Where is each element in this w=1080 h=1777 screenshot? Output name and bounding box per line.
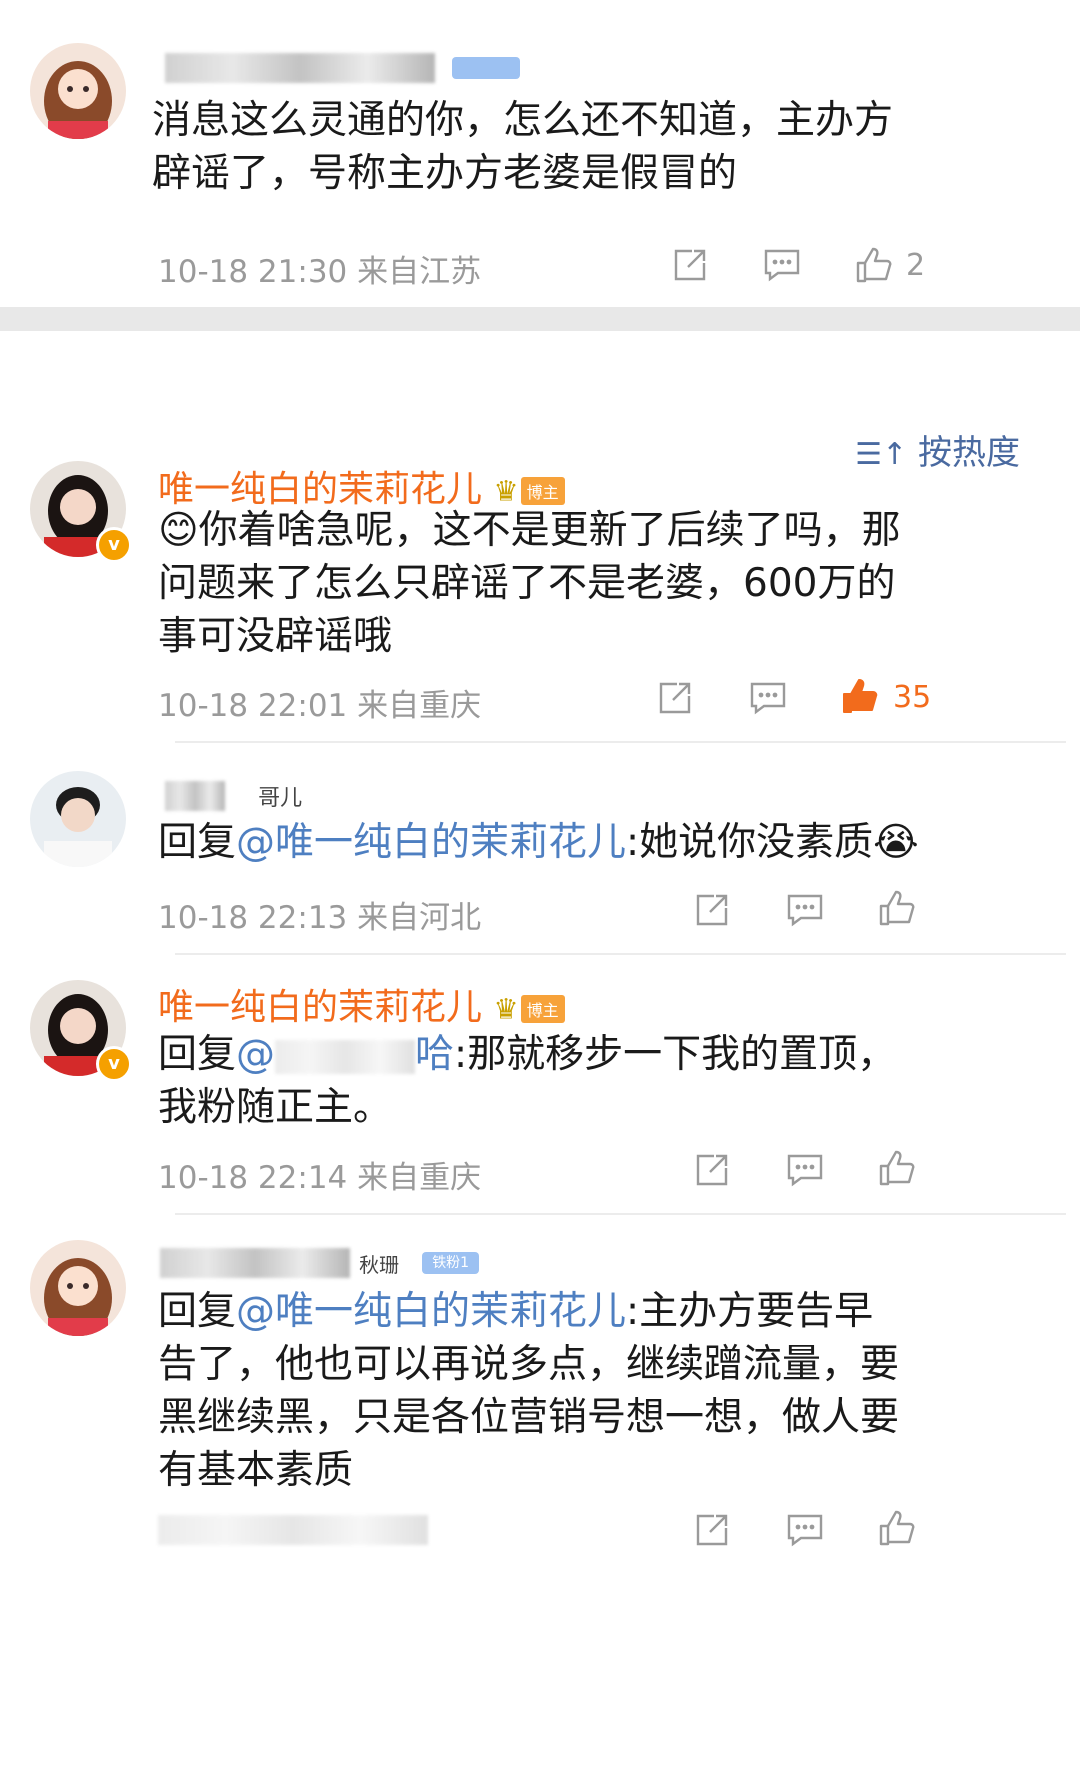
- comment-text: 😊你着啥急呢，这不是更新了后续了吗，那问题来了怎么只辟谣了不是老婆，600万的事…: [158, 504, 928, 663]
- fan-badge: 铁粉1: [422, 1252, 480, 1274]
- comment-meta: 10-18 22:14 来自重庆: [158, 1160, 482, 1196]
- like-icon[interactable]: [877, 1508, 917, 1548]
- author-badge: 博主: [520, 995, 565, 1023]
- comment-meta: 10-18 21:30 来自江苏: [158, 254, 482, 290]
- comment-meta: 10-18 22:01 来自重庆: [158, 688, 482, 724]
- divider: [175, 1213, 1066, 1215]
- reply-prefix: 回复: [158, 820, 237, 865]
- author-badge: 博主: [520, 477, 565, 505]
- mention-obscured: [275, 1039, 416, 1074]
- comment-icon[interactable]: [785, 1150, 825, 1190]
- comment-icon[interactable]: [785, 1510, 825, 1550]
- crown-icon: ♛: [493, 992, 519, 1026]
- comment-meta: 10-18 22:13 来自河北: [158, 900, 482, 936]
- avatar[interactable]: [30, 1240, 126, 1336]
- share-icon[interactable]: [655, 678, 695, 718]
- comment-icon[interactable]: [748, 678, 788, 718]
- username-partial[interactable]: 哥儿: [258, 786, 302, 811]
- divider: [175, 741, 1066, 743]
- mention-end[interactable]: 哈: [415, 1032, 454, 1077]
- verified-badge: v: [96, 527, 132, 563]
- avatar[interactable]: [30, 43, 126, 139]
- comment-text: 回复@ 哈:那就移步一下我的置顶，我粉随正主。: [158, 1028, 928, 1134]
- username-obscured[interactable]: 秋珊 铁粉1: [160, 1248, 480, 1278]
- section-divider: [0, 307, 1080, 331]
- like-count: 35: [893, 680, 932, 715]
- cry-emoji: 😭: [873, 820, 919, 865]
- avatar-wrapper[interactable]: v: [30, 980, 132, 1082]
- sort-button[interactable]: ☰↑ 按热度: [855, 425, 1020, 474]
- avatar[interactable]: [30, 771, 126, 867]
- avatar-wrapper[interactable]: v: [30, 461, 132, 563]
- fan-badge: [452, 57, 521, 79]
- share-icon[interactable]: [692, 1510, 732, 1550]
- smile-emoji: 😊: [158, 508, 199, 553]
- comment-body: :她说你没素质: [626, 820, 874, 865]
- sort-label: 按热度: [918, 433, 1020, 473]
- username-obscured[interactable]: [165, 53, 521, 83]
- mention-link[interactable]: @唯一纯白的茉莉花儿: [236, 1289, 626, 1334]
- comment-icon[interactable]: [785, 890, 825, 930]
- reply-prefix: 回复: [158, 1289, 237, 1334]
- reply-prefix: 回复: [158, 1032, 237, 1077]
- divider: [175, 953, 1066, 955]
- username-obscured[interactable]: 哥儿: [165, 780, 302, 812]
- comment-text: 消息这么灵通的你，怎么还不知道，主办方辟谣了，号称主办方老婆是假冒的: [152, 98, 894, 196]
- comment-text: 回复@唯一纯白的茉莉花儿:主办方要告早告了，他也可以再说多点，继续蹭流量，要黑继…: [158, 1285, 908, 1497]
- mention-link[interactable]: @ 哈: [236, 1032, 454, 1077]
- like-icon[interactable]: [877, 888, 917, 928]
- comment-meta-obscured: [158, 1515, 428, 1545]
- comment-body: 你着啥急呢，这不是更新了后续了吗，那问题来了怎么只辟谣了不是老婆，600万的事可…: [158, 508, 901, 659]
- share-icon[interactable]: [670, 245, 710, 285]
- sort-icon: ☰↑: [855, 437, 908, 472]
- like-icon-active[interactable]: [840, 676, 880, 716]
- comment-text: 回复@唯一纯白的茉莉花儿:她说你没素质😭: [158, 816, 928, 869]
- share-icon[interactable]: [692, 1150, 732, 1190]
- username[interactable]: 唯一纯白的茉莉花儿 ♛ 博主: [158, 978, 565, 1030]
- like-icon[interactable]: [877, 1148, 917, 1188]
- username-text[interactable]: 唯一纯白的茉莉花儿: [158, 987, 482, 1028]
- share-icon[interactable]: [692, 890, 732, 930]
- like-icon[interactable]: [854, 245, 894, 285]
- mention-start[interactable]: @: [236, 1032, 275, 1077]
- like-count: 2: [906, 248, 926, 283]
- comment-icon[interactable]: [762, 245, 802, 285]
- username-partial[interactable]: 秋珊: [359, 1253, 399, 1277]
- mention-link[interactable]: @唯一纯白的茉莉花儿: [236, 820, 626, 865]
- verified-badge: v: [96, 1046, 132, 1082]
- crown-icon: ♛: [493, 474, 519, 508]
